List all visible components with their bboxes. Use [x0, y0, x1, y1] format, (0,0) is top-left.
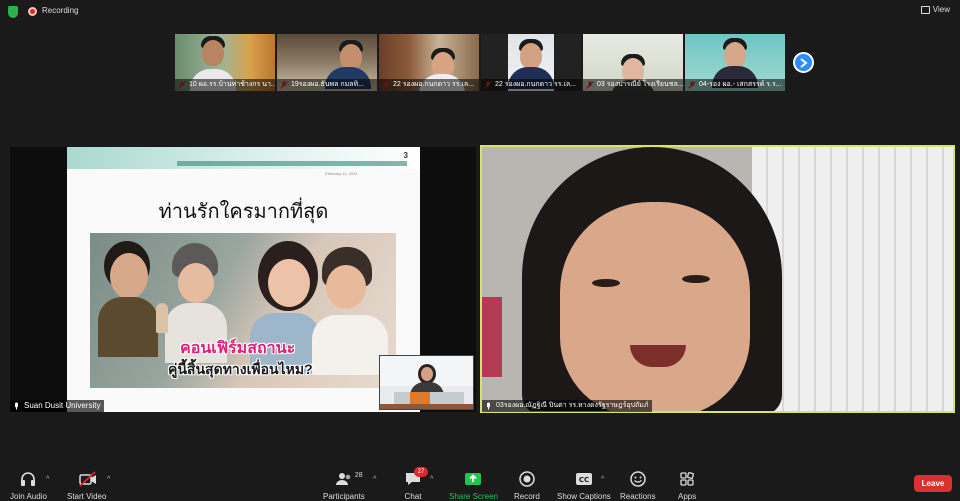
smiley-icon: [630, 471, 646, 487]
participant-name: 19รองผอ.ธันพล กมลทิ...: [277, 79, 377, 91]
record-icon: [519, 471, 535, 487]
participant-tile[interactable]: 10 ผอ.รร.บ้านท่าช้างกร นา...: [175, 34, 275, 91]
meeting-toolbar: Join Audio ^ Start Video ^ 28 Participan…: [0, 462, 960, 501]
mic-icon: [487, 402, 490, 410]
slide-date: February 11, 2024: [325, 171, 358, 176]
slide-photo: คอนเฟิร์มสถานะ คู่นี้สิ้นสุดทางเพื่อนไหม…: [90, 233, 396, 388]
participant-tile[interactable]: 04-รอง ผอ.- เสกสรรค์ ร.ร...: [685, 34, 785, 91]
active-speaker-video[interactable]: [480, 145, 955, 413]
grid-icon: [920, 5, 930, 14]
video-options-caret[interactable]: ^: [107, 476, 110, 483]
headphones-icon: [21, 472, 36, 486]
chat-button[interactable]: 27 Chat: [404, 462, 428, 501]
chat-options-caret[interactable]: ^: [430, 476, 433, 483]
share-screen-button[interactable]: Share Screen: [449, 462, 498, 501]
captions-icon: CC: [575, 473, 592, 485]
security-shield-icon[interactable]: [8, 6, 18, 18]
video-off-icon: [78, 471, 96, 487]
participant-tile[interactable]: 19รองผอ.ธันพล กมลทิ...: [277, 34, 377, 91]
participant-tile[interactable]: 03 รองปารณีย์ โรงเรียนชล...: [583, 34, 683, 91]
presentation-slide: 3 February 11, 2024 ท่านรักใครมากที่สุด …: [67, 147, 420, 412]
presenter-video[interactable]: [379, 355, 474, 410]
participant-tile[interactable]: 22 รองผอ.กนกดาว รร.เล...: [379, 34, 479, 91]
view-button[interactable]: View: [920, 5, 950, 14]
record-button[interactable]: Record: [514, 462, 540, 501]
mic-icon: [15, 402, 18, 410]
participants-options-caret[interactable]: ^: [373, 476, 376, 483]
participant-name: 04-รอง ผอ.- เสกสรรค์ ร.ร...: [685, 79, 785, 91]
participant-name: 22 รองผอ.กนกดาว รร.เล...: [481, 79, 581, 91]
slide-caption-line2: คู่นี้สิ้นสุดทางเพื่อนไหม?: [168, 361, 313, 377]
svg-text:CC: CC: [579, 476, 589, 484]
next-page-button[interactable]: [793, 52, 814, 73]
view-label: View: [932, 5, 950, 14]
sharer-name-tag: Suan Dusit University: [10, 400, 105, 412]
participant-tile[interactable]: 22 รองผอ.กนกดาว รร.เล...: [481, 34, 581, 91]
sharer-name: Suan Dusit University: [24, 401, 101, 410]
participants-icon: [335, 473, 351, 485]
apps-icon: [680, 472, 695, 486]
start-video-button[interactable]: Start Video: [67, 462, 106, 501]
participant-gallery: 10 ผอ.รร.บ้านท่าช้างกร นา... 19รองผอ.ธัน…: [175, 34, 785, 91]
participant-name: 22 รองผอ.กนกดาว รร.เล...: [379, 79, 479, 91]
slide-caption-line1: คอนเฟิร์มสถานะ: [180, 340, 296, 357]
leave-button[interactable]: Leave: [914, 475, 952, 492]
participants-button[interactable]: 28 Participants: [323, 462, 365, 501]
recording-icon: [28, 7, 37, 16]
speaker-name: 03รองผอ.ณัฏฐิณี ปินตา รร.หางดงรัฐราษฎร์อ…: [496, 402, 649, 409]
slide-number: 3: [403, 151, 408, 160]
apps-button[interactable]: Apps: [678, 462, 696, 501]
participants-count: 28: [354, 472, 363, 479]
captions-options-caret[interactable]: ^: [601, 476, 604, 483]
chevron-right-icon: [800, 57, 808, 68]
speaker-name-tag: 03รองผอ.ณัฏฐิณี ปินตา รร.หางดงรัฐราษฎร์อ…: [482, 400, 653, 412]
participant-name: 03 รองปารณีย์ โรงเรียนชล...: [583, 79, 683, 91]
slide-title: ท่านรักใครมากที่สุด: [158, 199, 329, 223]
reactions-button[interactable]: Reactions: [620, 462, 656, 501]
top-bar: Recording View: [0, 0, 960, 24]
audio-options-caret[interactable]: ^: [46, 476, 49, 483]
share-screen-icon: [465, 473, 482, 485]
join-audio-button[interactable]: Join Audio: [10, 462, 47, 501]
participant-name: 10 ผอ.รร.บ้านท่าช้างกร นา...: [175, 79, 275, 91]
slide-header-accent: [177, 161, 407, 166]
chat-unread-badge: 27: [414, 467, 428, 477]
recording-label: Recording: [42, 6, 79, 15]
